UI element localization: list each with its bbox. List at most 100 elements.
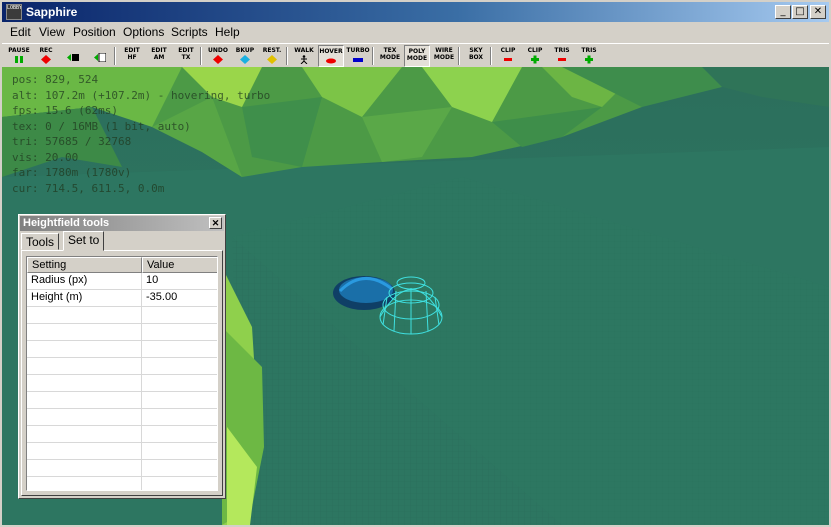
hud-line: vis: 20.00	[12, 150, 79, 164]
walk-button[interactable]: WALK	[291, 45, 317, 67]
debug-overlay: pos: 829, 524 alt: 107.2m (+107.2m) - hov…	[12, 72, 270, 196]
tab-tools[interactable]: Tools	[21, 233, 60, 250]
undo-button[interactable]: UNDO	[205, 45, 231, 67]
column-header-setting[interactable]: Setting	[27, 257, 142, 273]
tris-button[interactable]: TRIS	[576, 45, 602, 67]
panel-close-button[interactable]: ✕	[209, 217, 222, 229]
table-row[interactable]: Height (m) -35.00	[27, 290, 217, 307]
menu-scripts[interactable]: Scripts	[171, 25, 208, 39]
toolbar-separator	[286, 47, 288, 65]
bkup-button[interactable]: BKUP	[232, 45, 258, 67]
hover-icon	[326, 58, 336, 64]
tris-minus-icon	[558, 58, 566, 61]
toolbar-label: UNDO	[208, 47, 228, 54]
toolbar-separator	[490, 47, 492, 65]
edit-hf-button[interactable]: EDIT HF	[119, 45, 145, 67]
edit-am-button[interactable]: EDIT AM	[146, 45, 172, 67]
toolbar-label: EDIT HF	[124, 47, 140, 61]
undo-icon	[213, 55, 223, 64]
column-header-value[interactable]: Value	[142, 257, 217, 273]
setting-name: Radius (px)	[31, 274, 88, 286]
menu-edit[interactable]: Edit	[10, 25, 31, 39]
sky-box-button[interactable]: SKY BOX	[463, 45, 489, 67]
tris-plus-icon	[585, 55, 593, 64]
settings-grid: Setting Value Radius (px) 10 Height (m) -35…	[26, 256, 218, 491]
toolbar-label: CLIP	[527, 47, 543, 54]
toolbar-label: HOVER	[319, 48, 343, 55]
clip-button[interactable]: CLIP	[495, 45, 521, 67]
menu-bar: Edit View Position Options Scripts Help	[2, 23, 829, 42]
app-icon: LOBBY	[6, 4, 22, 20]
wire-mode-button[interactable]: WIRE MODE	[431, 45, 457, 67]
panel-title-bar[interactable]: Heightfield tools ✕	[20, 216, 224, 231]
toolbar-label: WIRE MODE	[433, 47, 455, 61]
setting-value[interactable]: 10	[146, 274, 158, 286]
hover-button[interactable]: HOVER	[318, 45, 344, 67]
rec-button[interactable]: REC	[33, 45, 59, 67]
app-window: LOBBY Sapphire _ □ ✕ Edit View Position …	[0, 0, 831, 527]
menu-options[interactable]: Options	[123, 25, 164, 39]
tab-body: Setting Value Radius (px) 10 Height (m) -35…	[21, 250, 223, 496]
setting-value[interactable]: -35.00	[146, 291, 177, 303]
rest-button[interactable]: REST.	[259, 45, 285, 67]
maximize-button[interactable]: □	[792, 5, 808, 19]
toolbar-label: EDIT TX	[178, 47, 194, 61]
toolbar-separator	[114, 47, 116, 65]
hud-line: tri: 57685 / 32768	[12, 135, 132, 148]
tex-mode-button[interactable]: TEX MODE	[377, 45, 403, 67]
toolbar-label: REC	[39, 47, 53, 54]
tris-button[interactable]: TRIS	[549, 45, 575, 67]
toolbar-label: PAUSE	[8, 47, 30, 54]
table-row	[27, 358, 217, 375]
toolbar-label: TURBO	[346, 47, 370, 54]
pause-button[interactable]: PAUSE	[6, 45, 32, 67]
hud-line: fps: 15.6 (62ms)	[12, 104, 118, 117]
load-icon	[94, 53, 106, 62]
toolbar: PAUSE REC EDIT HF EDIT AM EDIT TX UNDO BKUP RES…	[2, 43, 829, 67]
hud-line: pos: 829, 524	[12, 73, 99, 86]
hud-line: alt: 107.2m (+107.2m) - hovering, turbo	[12, 88, 271, 102]
window-title: Sapphire	[26, 5, 78, 19]
table-row	[27, 324, 217, 341]
hud-line: cur: 714.5, 611.5, 0.0m	[12, 181, 165, 195]
minimize-button[interactable]: _	[775, 5, 791, 19]
save-button[interactable]	[60, 45, 86, 67]
toolbar-separator	[458, 47, 460, 65]
toolbar-label: POLY MODE	[406, 48, 428, 62]
close-button[interactable]: ✕	[810, 5, 826, 19]
poly-mode-button[interactable]: POLY MODE	[404, 45, 430, 67]
clip-minus-icon	[504, 58, 512, 61]
edit-tx-button[interactable]: EDIT TX	[173, 45, 199, 67]
toolbar-label: TRIS	[581, 47, 597, 54]
toolbar-label: EDIT AM	[151, 47, 167, 61]
restore-icon	[267, 55, 277, 64]
menu-help[interactable]: Help	[215, 25, 240, 39]
record-icon	[41, 55, 51, 64]
toolbar-label: CLIP	[500, 47, 516, 54]
3d-viewport[interactable]: pos: 829, 524 alt: 107.2m (+107.2m) - hov…	[2, 67, 829, 525]
table-row	[27, 426, 217, 443]
setting-name: Height (m)	[31, 291, 83, 303]
walk-icon	[300, 55, 308, 64]
table-row	[27, 392, 217, 409]
table-row	[27, 477, 217, 490]
title-bar[interactable]: LOBBY Sapphire _ □ ✕	[2, 2, 829, 22]
table-row[interactable]: Radius (px) 10	[27, 273, 217, 290]
toolbar-label: WALK	[294, 47, 314, 54]
table-row	[27, 307, 217, 324]
clip-plus-icon	[531, 55, 539, 64]
clip-button[interactable]: CLIP	[522, 45, 548, 67]
menu-view[interactable]: View	[39, 25, 65, 39]
turbo-button[interactable]: TURBO	[345, 45, 371, 67]
load-button[interactable]	[87, 45, 113, 67]
table-row	[27, 375, 217, 392]
toolbar-separator	[200, 47, 202, 65]
toolbar-label: TRIS	[554, 47, 570, 54]
pause-icon	[15, 56, 23, 63]
menu-position[interactable]: Position	[73, 25, 116, 39]
table-row	[27, 443, 217, 460]
panel-title: Heightfield tools	[23, 217, 110, 229]
tab-set-to[interactable]: Set to	[63, 231, 105, 251]
toolbar-label: SKY BOX	[468, 47, 484, 61]
backup-icon	[240, 55, 250, 64]
